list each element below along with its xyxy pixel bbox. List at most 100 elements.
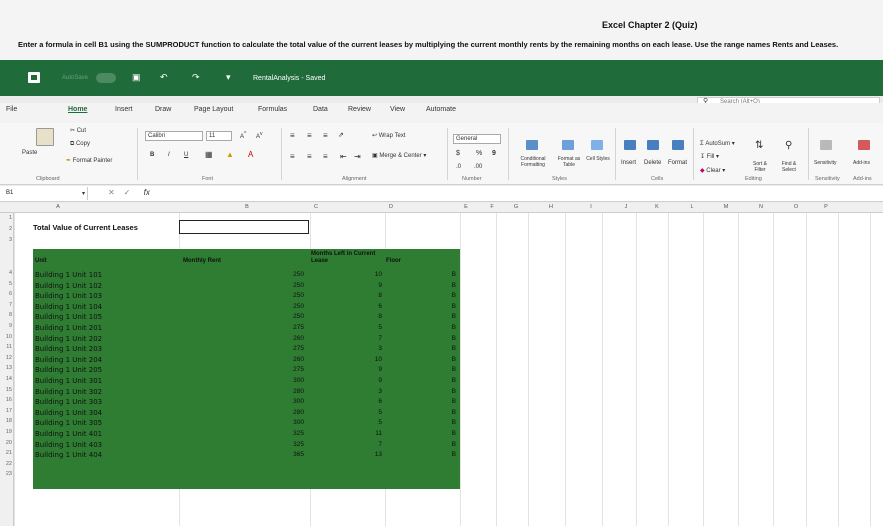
floor-cell[interactable]: B xyxy=(448,282,456,289)
unit-cell[interactable]: Building 1 Unit 201 xyxy=(35,324,102,332)
column-header[interactable]: F xyxy=(486,204,498,210)
unit-cell[interactable]: Building 1 Unit 401 xyxy=(35,430,102,438)
row-header[interactable]: 16 xyxy=(0,397,12,403)
tab-data[interactable]: Data xyxy=(313,106,328,113)
row-header[interactable]: 9 xyxy=(0,323,12,329)
months-cell[interactable]: 5 xyxy=(350,419,382,426)
unit-cell[interactable]: Building 1 Unit 403 xyxy=(35,441,102,449)
sort-filter-icon[interactable]: ⇅ xyxy=(755,140,763,151)
sort-filter-button[interactable]: Sort & Filter xyxy=(748,161,772,173)
cell-styles-button[interactable]: Cell Styles xyxy=(585,156,611,162)
row-header[interactable]: 8 xyxy=(0,312,12,318)
tab-view[interactable]: View xyxy=(390,106,405,113)
months-cell[interactable]: 13 xyxy=(350,451,382,458)
decrease-font-icon[interactable]: Av xyxy=(256,131,263,140)
months-cell[interactable]: 10 xyxy=(350,271,382,278)
rent-cell[interactable]: 275 xyxy=(270,345,304,352)
row-header[interactable]: 5 xyxy=(0,281,12,287)
floor-cell[interactable]: B xyxy=(448,419,456,426)
tab-file[interactable]: File xyxy=(6,106,17,113)
document-title[interactable]: RentalAnalysis - Saved xyxy=(253,75,325,82)
row-header[interactable]: 20 xyxy=(0,440,12,446)
undo-icon[interactable]: ↶ xyxy=(160,72,168,83)
format-painter-button[interactable]: ✒ Format Painter xyxy=(66,157,112,164)
rent-cell[interactable]: 275 xyxy=(270,366,304,373)
header-floor[interactable]: Floor xyxy=(386,258,401,265)
column-header[interactable]: H xyxy=(545,204,557,210)
tab-page-layout[interactable]: Page Layout xyxy=(194,106,233,113)
rent-cell[interactable]: 275 xyxy=(270,324,304,331)
tab-review[interactable]: Review xyxy=(348,106,371,113)
align-top-icon[interactable]: ≡ xyxy=(290,131,295,140)
column-header[interactable]: P xyxy=(820,204,832,210)
unit-cell[interactable]: Building 1 Unit 203 xyxy=(35,345,102,353)
font-color-icon[interactable]: A xyxy=(248,150,253,159)
unit-cell[interactable]: Building 1 Unit 104 xyxy=(35,303,102,311)
row-header[interactable]: 15 xyxy=(0,387,12,393)
header-unit[interactable]: Unit xyxy=(35,258,47,265)
rent-cell[interactable]: 365 xyxy=(270,451,304,458)
wrap-text-button[interactable]: ↩ Wrap Text xyxy=(372,132,406,139)
conditional-formatting-icon[interactable] xyxy=(526,140,538,150)
font-size-select[interactable]: 11 xyxy=(206,131,232,141)
tab-insert[interactable]: Insert xyxy=(115,106,133,113)
format-button[interactable]: Format xyxy=(668,160,687,166)
column-header[interactable]: B xyxy=(241,204,253,210)
months-cell[interactable]: 9 xyxy=(350,366,382,373)
rent-cell[interactable]: 300 xyxy=(270,377,304,384)
save-icon[interactable]: ▣ xyxy=(132,72,141,83)
floor-cell[interactable]: B xyxy=(448,366,456,373)
percent-button[interactable]: % xyxy=(476,150,482,157)
floor-cell[interactable]: B xyxy=(448,292,456,299)
cell-styles-icon[interactable] xyxy=(591,140,603,150)
unit-cell[interactable]: Building 1 Unit 205 xyxy=(35,366,102,374)
merge-center-button[interactable]: ▣ Merge & Center ▾ xyxy=(372,152,426,159)
comma-button[interactable]: 9 xyxy=(492,150,496,157)
column-header[interactable]: C xyxy=(310,204,322,210)
align-right-icon[interactable]: ≡ xyxy=(323,152,328,161)
column-header[interactable]: I xyxy=(585,204,597,210)
unit-cell[interactable]: Building 1 Unit 301 xyxy=(35,377,102,385)
row-header[interactable]: 7 xyxy=(0,302,12,308)
floor-cell[interactable]: B xyxy=(448,345,456,352)
floor-cell[interactable]: B xyxy=(448,335,456,342)
format-as-table-icon[interactable] xyxy=(562,140,574,150)
row-header[interactable]: 19 xyxy=(0,429,12,435)
rent-cell[interactable]: 250 xyxy=(270,292,304,299)
column-header[interactable]: E xyxy=(460,204,472,210)
customize-toolbar-icon[interactable]: ▾ xyxy=(226,72,231,83)
months-cell[interactable]: 11 xyxy=(350,430,382,437)
row-header[interactable]: 1 xyxy=(0,215,12,221)
column-header[interactable]: D xyxy=(385,204,397,210)
column-header[interactable]: A xyxy=(52,204,64,210)
floor-cell[interactable]: B xyxy=(448,430,456,437)
fill-button[interactable]: ↧ Fill ▾ xyxy=(700,153,719,160)
column-header[interactable]: J xyxy=(620,204,632,210)
redo-icon[interactable]: ↷ xyxy=(192,72,200,83)
tab-home[interactable]: Home xyxy=(68,106,87,113)
row-header[interactable]: 17 xyxy=(0,408,12,414)
unit-cell[interactable]: Building 1 Unit 404 xyxy=(35,451,102,459)
align-left-icon[interactable]: ≡ xyxy=(290,152,295,161)
months-cell[interactable]: 3 xyxy=(350,388,382,395)
floor-cell[interactable]: B xyxy=(448,409,456,416)
align-bottom-icon[interactable]: ≡ xyxy=(323,131,328,140)
unit-cell[interactable]: Building 1 Unit 202 xyxy=(35,335,102,343)
floor-cell[interactable]: B xyxy=(448,441,456,448)
row-header[interactable]: 23 xyxy=(0,471,12,477)
unit-cell[interactable]: Building 1 Unit 304 xyxy=(35,409,102,417)
autosave-toggle[interactable] xyxy=(96,73,116,83)
rent-cell[interactable]: 325 xyxy=(270,430,304,437)
column-header[interactable]: G xyxy=(510,204,522,210)
unit-cell[interactable]: Building 1 Unit 305 xyxy=(35,419,102,427)
clear-button[interactable]: ◆ Clear ▾ xyxy=(700,167,725,174)
autosum-button[interactable]: Σ AutoSum ▾ xyxy=(700,140,735,147)
cancel-icon[interactable]: ✕ xyxy=(108,188,115,197)
sheet-title[interactable]: Total Value of Current Leases xyxy=(33,223,138,232)
unit-cell[interactable]: Building 1 Unit 105 xyxy=(35,313,102,321)
floor-cell[interactable]: B xyxy=(448,398,456,405)
delete-cells-icon[interactable] xyxy=(647,140,659,150)
align-center-icon[interactable]: ≡ xyxy=(307,152,312,161)
copy-button[interactable]: ⧉ Copy xyxy=(70,141,90,148)
name-box-dropdown-icon[interactable]: ▾ xyxy=(82,190,85,197)
